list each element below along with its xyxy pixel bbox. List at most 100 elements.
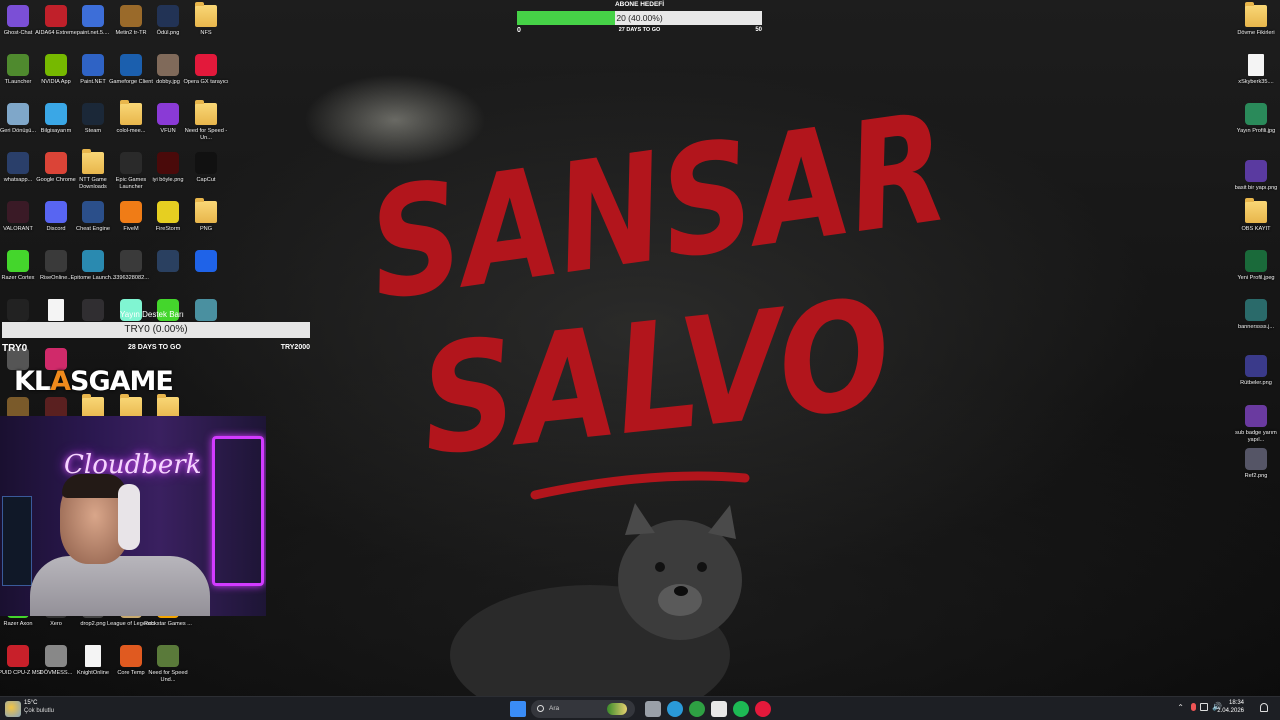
- desktop-icon-yeni-profil-jpeg[interactable]: Yeni Profil.jpeg: [1232, 250, 1280, 282]
- wallpaper-graffiti: SANSAR SALVO: [359, 81, 958, 500]
- discord-icon: [45, 201, 67, 223]
- tlauncher-icon: [7, 54, 29, 76]
- steam-icon: [82, 103, 104, 125]
- desktop-icon-label: 3396328082...: [113, 275, 149, 281]
- chrome-icon: [45, 152, 67, 174]
- donation-goal-widget: Yayın Destek Barı TRY0 (0.00%) TRY0 28 D…: [0, 308, 312, 354]
- desktop-icon-opera-gx-tarayıcı[interactable]: Opera GX tarayıcı: [182, 54, 230, 86]
- weather-icon[interactable]: [5, 701, 21, 717]
- clock-date[interactable]: 2.04.2026: [1217, 708, 1244, 714]
- desktop-icon-png[interactable]: PNG: [182, 198, 230, 233]
- razer-cortex-icon: [7, 250, 29, 272]
- nfs-icon: [157, 645, 179, 667]
- desktop-icon-bannerssss-j[interactable]: bannerssss.j...: [1232, 299, 1280, 331]
- core-temp-icon: [120, 645, 142, 667]
- metin2-icon: [120, 5, 142, 27]
- desktop-icon-basit-bir-yapı-png[interactable]: basit bir yapı.png: [1232, 160, 1280, 192]
- epitome-icon: [82, 250, 104, 272]
- taskbar: 15°C Çok bulutlu Ara ⌃ 🔊 18:34 2.04.2026: [0, 696, 1280, 720]
- app-icon: [157, 250, 179, 272]
- vfun-icon: [157, 103, 179, 125]
- desktop-icon-label: Ref2.png: [1244, 473, 1268, 479]
- microphone-icon[interactable]: [1191, 703, 1196, 711]
- desktop-icon-label: bannerssss.j...: [1237, 324, 1275, 330]
- desktop-icon-rütbeler-png[interactable]: Rütbeler.png: [1232, 355, 1280, 387]
- opera-gx-icon[interactable]: [755, 701, 771, 717]
- paintnet-installer-icon: [82, 5, 104, 27]
- folder-icon: [1245, 198, 1267, 223]
- valorant-icon: [7, 201, 29, 223]
- cpuz-icon: [7, 645, 29, 667]
- image-file-icon: [1245, 448, 1267, 470]
- image-file-icon: [1245, 250, 1267, 272]
- desktop-icon-yayın-profili-jpg[interactable]: Yayın Profili.jpg: [1232, 103, 1280, 135]
- desktop-icon-label: PNG: [199, 226, 213, 232]
- desktop-icon-nfs[interactable]: NFS: [182, 2, 230, 37]
- cheat-engine-icon: [82, 201, 104, 223]
- task-view-icon[interactable]: [645, 701, 661, 717]
- chevron-up-icon[interactable]: ⌃: [1177, 703, 1184, 712]
- folder-icon: [195, 100, 217, 125]
- recycle-bin-icon: [7, 103, 29, 125]
- desktop-icon-label: Yeni Profil.jpeg: [1237, 275, 1275, 281]
- desktop-icon-label: Need for Speed Und...: [148, 670, 188, 683]
- klasgame-logo-part3: SGAME: [70, 366, 174, 397]
- image-file-icon: [157, 152, 179, 174]
- donation-title: Yayın Destek Barı: [120, 310, 184, 319]
- desktop-icon-label: OBS KAYIT: [1241, 226, 1271, 232]
- spotify-icon[interactable]: [733, 701, 749, 717]
- goal-max: 50: [755, 27, 762, 33]
- xbox-icon[interactable]: [689, 701, 705, 717]
- image-file-icon: [7, 152, 29, 174]
- desktop-icon-label: Yayın Profili.jpg: [1236, 128, 1276, 134]
- image-file-icon: [45, 645, 67, 667]
- store-icon[interactable]: [711, 701, 727, 717]
- goal-progress-text: 20 (40.00%): [616, 13, 663, 23]
- desktop-icon-dövme-fikirleri[interactable]: Dövme Fikirleri: [1232, 2, 1280, 37]
- network-icon[interactable]: [1200, 703, 1208, 711]
- webcam-streamer-hair: [62, 474, 126, 498]
- clock-time[interactable]: 18:34: [1229, 700, 1244, 706]
- goal-progress-bar: 20 (40.00%): [517, 11, 762, 25]
- donation-progress-bar: TRY0 (0.00%): [2, 322, 310, 338]
- desktop-icon-label: sub badge yarım yapıl...: [1235, 430, 1277, 443]
- desktop-icon-need-for-speed-un[interactable]: Need for Speed - Un...: [182, 100, 230, 142]
- document-icon: [1248, 54, 1264, 76]
- wallpaper-underline: [530, 471, 750, 500]
- search-icon: [537, 705, 544, 712]
- klasgame-logo-part1: KL: [14, 366, 51, 397]
- webcam-headset: [118, 484, 140, 550]
- webcam-streamer-body: [30, 556, 210, 616]
- desktop-icon-label: Dövme Fikirleri: [1237, 30, 1275, 36]
- desktop-icon-capcut[interactable]: CapCut: [182, 152, 230, 184]
- desktop-icon-label: xSkyberk35....: [1238, 79, 1274, 85]
- ea-icon: [195, 250, 217, 272]
- search-placeholder: Ara: [549, 705, 560, 712]
- notification-bell-icon[interactable]: [1260, 703, 1268, 712]
- goal-title: ABONE HEDEFİ: [614, 1, 665, 8]
- epic-games-icon: [120, 152, 142, 174]
- desktop-icon-label: Rockstar Games ...: [144, 621, 192, 627]
- edge-icon[interactable]: [667, 701, 683, 717]
- desktop-icon-unlabeled[interactable]: [182, 250, 230, 275]
- desktop-icon-label: Need for Speed - Un...: [184, 128, 228, 141]
- folder-icon: [120, 100, 142, 125]
- weather-description[interactable]: Çok bulutlu: [24, 708, 54, 714]
- taskbar-search-box[interactable]: Ara: [531, 700, 635, 718]
- capcut-icon: [195, 152, 217, 174]
- image-file-icon: [157, 5, 179, 27]
- start-icon[interactable]: [510, 701, 526, 717]
- riseonline-icon: [45, 250, 67, 272]
- desktop-icon-obs-kayit[interactable]: OBS KAYIT: [1232, 198, 1280, 233]
- desktop-icon-label: Opera GX tarayıcı: [183, 79, 229, 85]
- donation-max: TRY2000: [280, 344, 310, 351]
- desktop-icon-need-for-speed-und[interactable]: Need for Speed Und...: [144, 645, 192, 684]
- folder-icon: [82, 149, 104, 174]
- nvidia-icon: [45, 54, 67, 76]
- desktop-icon-ref2-png[interactable]: Ref2.png: [1232, 448, 1280, 480]
- document-icon: [85, 645, 101, 667]
- subscriber-goal-widget: ABONE HEDEFİ 20 (40.00%) 0 27 DAYS TO GO…: [516, 0, 763, 36]
- weather-temperature[interactable]: 15°C: [24, 700, 37, 706]
- desktop-icon-sub-badge-yarım-yapıl[interactable]: sub badge yarım yapıl...: [1232, 405, 1280, 444]
- desktop-icon-xskyberk35[interactable]: xSkyberk35....: [1232, 54, 1280, 86]
